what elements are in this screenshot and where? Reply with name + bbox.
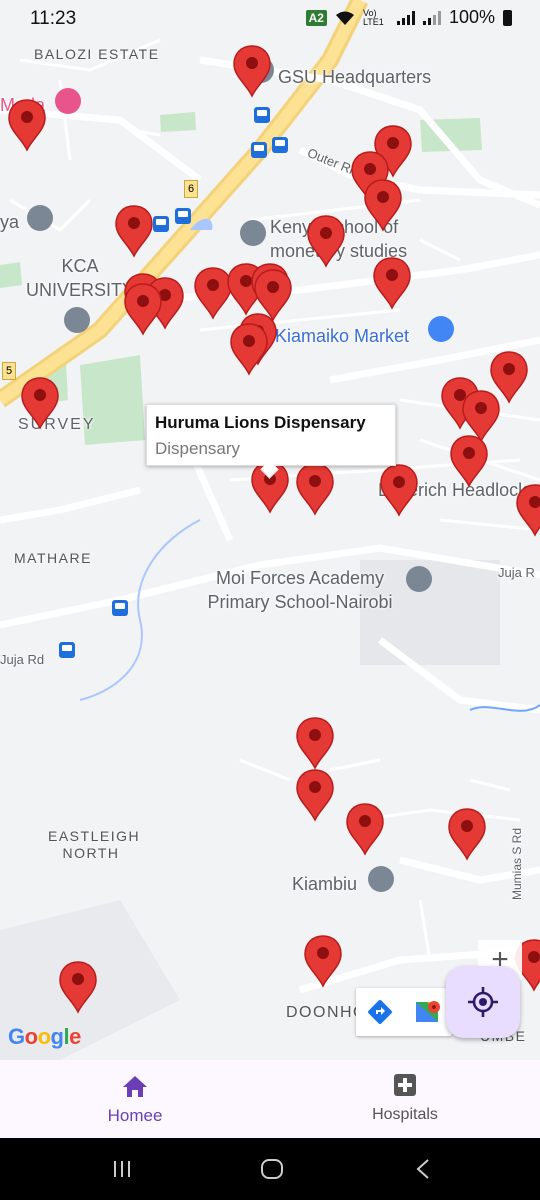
wifi-icon xyxy=(335,11,354,25)
map-marker-pin[interactable] xyxy=(306,214,346,268)
system-navigation-bar xyxy=(0,1138,540,1200)
hospital-icon xyxy=(394,1074,416,1096)
info-window-title: Huruma Lions Dispensary xyxy=(155,413,366,432)
bus-stop-icon xyxy=(112,600,128,616)
map-marker-pin[interactable] xyxy=(345,802,385,856)
status-bar: 11:23 A2 Vo) LTE1 100% xyxy=(0,0,540,38)
road-label-juja-right: Juja R xyxy=(498,565,535,580)
my-location-icon xyxy=(468,987,498,1017)
home-icon xyxy=(123,1076,147,1097)
network-label: Vo) LTE1 xyxy=(362,7,384,27)
nav-home[interactable]: Homee xyxy=(0,1060,270,1138)
nav-hospitals-label: Hospitals xyxy=(372,1106,438,1123)
bus-stop-icon xyxy=(251,142,267,158)
my-location-button[interactable] xyxy=(446,966,520,1038)
hotel-poi-icon[interactable] xyxy=(55,88,81,114)
road-number-5: 5 xyxy=(2,362,16,380)
place-label-gsu: GSU Headquarters xyxy=(278,67,432,87)
landmark-poi-icon[interactable] xyxy=(27,205,53,231)
map-marker-pin[interactable] xyxy=(20,376,60,430)
status-time: 11:23 xyxy=(30,8,77,29)
map-marker-pin[interactable] xyxy=(229,322,269,376)
map-base xyxy=(0,0,540,1060)
road-label-juja-left: Juja Rd xyxy=(0,652,45,667)
academy-poi-icon[interactable] xyxy=(406,566,432,592)
university-poi-icon[interactable] xyxy=(64,307,90,333)
bottom-navigation: Homee Hospitals xyxy=(0,1060,540,1138)
map-marker-pin[interactable] xyxy=(447,807,487,861)
map-marker-pin[interactable] xyxy=(114,204,154,258)
map-marker-pin[interactable] xyxy=(449,434,489,488)
bus-stop-icon xyxy=(175,208,191,224)
home-button-icon[interactable] xyxy=(260,1158,284,1180)
map-marker-pin[interactable] xyxy=(58,960,98,1014)
directions-button[interactable] xyxy=(356,988,404,1036)
map-marker-pin[interactable] xyxy=(379,463,419,517)
nav-hospitals[interactable]: Hospitals xyxy=(270,1060,540,1138)
info-window[interactable]: Huruma Lions Dispensary Dispensary xyxy=(146,404,396,479)
info-window-subtitle: Dispensary xyxy=(155,439,241,458)
road-number-6: 6 xyxy=(184,180,198,198)
place-label-kiambiu: Kiambiu xyxy=(292,874,358,894)
signal-icon xyxy=(422,10,441,25)
bus-stop-icon xyxy=(272,137,288,153)
place-label-kenya-school: Kenya school of monetary studies xyxy=(270,217,408,261)
shopping-poi-icon[interactable] xyxy=(428,316,454,342)
bus-stop-icon xyxy=(59,642,75,658)
road-label-mumias: Mumias S Rd xyxy=(510,827,524,900)
map-marker-pin[interactable] xyxy=(7,98,47,152)
map-marker-pin[interactable] xyxy=(303,934,343,988)
map-marker-pin[interactable] xyxy=(123,282,163,336)
open-in-maps-button[interactable] xyxy=(404,988,452,1036)
place-label-kca: KCA UNIVERSITY xyxy=(25,256,135,300)
area-label-mathare: MATHARE xyxy=(14,550,92,566)
map-marker-pin[interactable] xyxy=(363,178,403,232)
map-marker-pin[interactable] xyxy=(295,716,335,770)
bus-stop-icon xyxy=(254,107,270,123)
map-toolbar xyxy=(356,988,452,1036)
back-icon[interactable] xyxy=(414,1158,432,1180)
recent-apps-icon[interactable] xyxy=(112,1159,132,1179)
road-badge: A2 xyxy=(305,9,327,26)
kiambiu-location-icon[interactable] xyxy=(368,866,394,892)
place-label-ya: ya xyxy=(0,212,20,232)
map-marker-pin[interactable] xyxy=(515,483,540,537)
signal-icon xyxy=(396,10,415,25)
area-label-balozi: BALOZI ESTATE xyxy=(34,46,160,62)
map-marker-pin[interactable] xyxy=(295,768,335,822)
map-view[interactable]: BALOZI ESTATE MATHARE EASTLEIGH NORTH DO… xyxy=(0,0,540,1060)
map-marker-pin[interactable] xyxy=(295,462,335,516)
battery-percent: 100% xyxy=(448,7,495,27)
google-maps-icon xyxy=(416,1001,440,1022)
map-marker-pin[interactable] xyxy=(232,44,272,98)
place-label-moi-forces: Moi Forces Academy Primary School-Nairob… xyxy=(207,568,393,612)
directions-icon xyxy=(368,1000,392,1024)
nav-home-label: Homee xyxy=(107,1106,163,1125)
map-marker-pin[interactable] xyxy=(372,256,412,310)
bus-stop-icon xyxy=(153,216,169,232)
area-label-eastleigh: EASTLEIGH NORTH xyxy=(48,828,141,861)
google-logo: Google xyxy=(8,1024,81,1049)
place-label-kiamaiko: Kiamaiko Market xyxy=(275,326,410,346)
battery-icon xyxy=(503,9,512,26)
school-poi-icon[interactable] xyxy=(240,220,266,246)
